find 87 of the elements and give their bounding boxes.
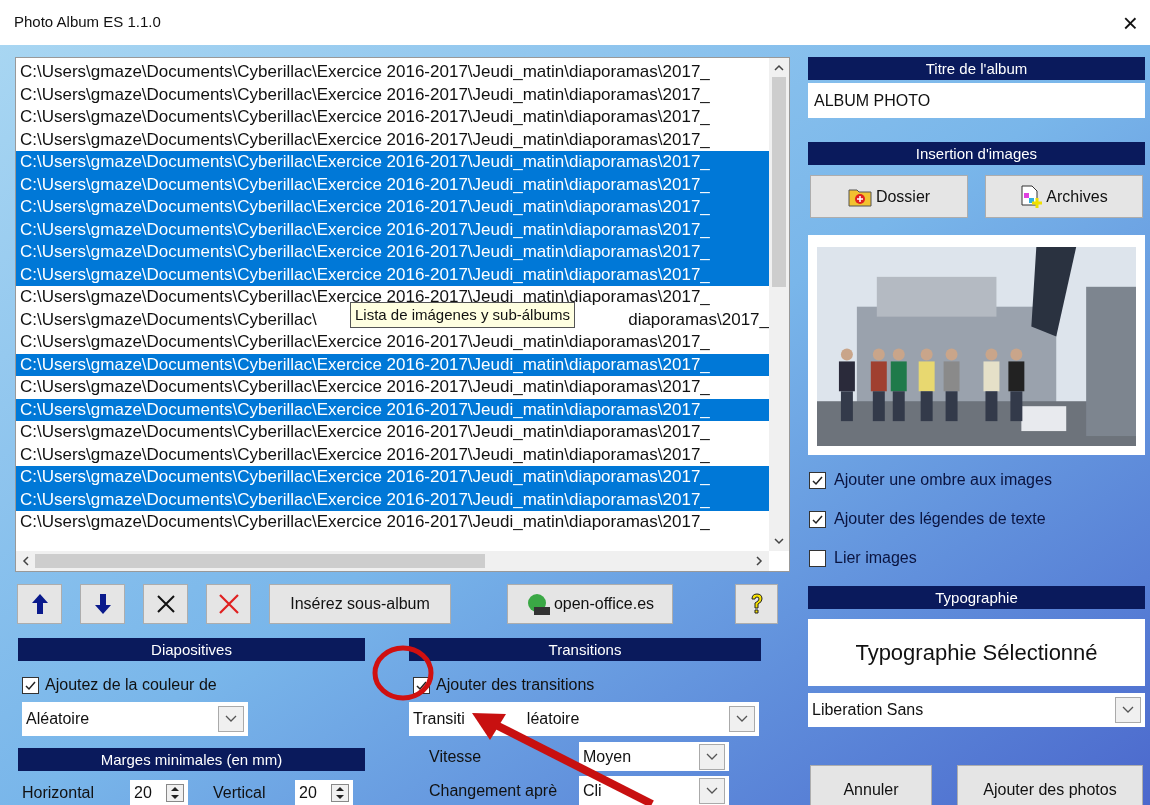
horizontal-scrollbar[interactable]: [16, 551, 769, 571]
checkbox[interactable]: [22, 676, 39, 694]
list-item[interactable]: C:\Users\gmaze\Documents\Cyberillac\Exercice 2016-2017\Jeudi_matin\diaporamas\2017_: [16, 61, 769, 84]
checkbox[interactable]: [809, 549, 826, 567]
list-item[interactable]: C:\Users\gmaze\Documents\Cyberillac\Exercice 2016-2017\Jeudi_matin\diaporamas\2017_: [16, 488, 769, 511]
list-item[interactable]: C:\Users\gmaze\Documents\Cyberillac\Exercice 2016-2017\Jeudi_matin\diaporamas\2017_: [16, 151, 769, 174]
section-header: Insertion d'images: [808, 142, 1145, 165]
chevron-left-icon: [22, 556, 29, 566]
list-item[interactable]: C:\Users\gmaze\Documents\Cyberillac\Exercice 2016-2017\Jeudi_matin\diaporamas\2017_: [16, 263, 769, 286]
move-down-button[interactable]: [80, 584, 125, 624]
help-button[interactable]: [735, 584, 778, 624]
list-item[interactable]: C:\Users\gmaze\Documents\Cyberillac\Exercice 2016-2017\Jeudi_matin\diaporamas\2017_: [16, 196, 769, 219]
checkbox-label: Lier images: [834, 548, 917, 568]
section-header: Diapositives: [18, 638, 365, 661]
vertical-scrollbar[interactable]: [769, 58, 789, 551]
scrollbar-thumb[interactable]: [35, 554, 485, 568]
checkbox-label: Ajouter des légendes de texte: [834, 509, 1046, 529]
spinner-arrows-icon: [166, 784, 184, 802]
checkbox-label: Ajouter des transitions: [436, 675, 595, 695]
section-header: Transitions: [409, 638, 761, 661]
dropdown[interactable]: Aléatoire: [22, 702, 248, 736]
remove-button[interactable]: [143, 584, 188, 624]
spinner-arrows-icon: [331, 784, 349, 802]
field-label: Changement aprè: [429, 780, 559, 801]
archives-button[interactable]: Archives: [985, 175, 1143, 218]
list-item[interactable]: C:\Users\gmaze\Documents\Cyberillac\Exercice 2016-2017\Jeudi_matin\diaporamas\2017_: [16, 511, 769, 534]
checkbox[interactable]: [809, 471, 826, 489]
website-button[interactable]: open-office.es: [507, 584, 673, 624]
chevron-right-icon: [756, 556, 763, 566]
annotation-circle: [372, 645, 434, 701]
close-button[interactable]: ×: [1122, 9, 1138, 36]
scrollbar-thumb[interactable]: [772, 77, 786, 287]
list-item[interactable]: C:\Users\gmaze\Documents\Cyberillac\Exercice 2016-2017\Jeudi_matin\diaporamas\2017_: [16, 376, 769, 399]
list-item[interactable]: C:\Users\gmaze\Documents\Cyberillac\Exercice 2016-2017\Jeudi_matin\diaporamas\2017_: [16, 218, 769, 241]
field-label: Vertical: [213, 783, 267, 803]
chevron-down-icon: [706, 786, 718, 795]
globe-icon: [525, 593, 550, 615]
checkbox-label: Ajouter une ombre aux images: [834, 470, 1052, 490]
section-header: Titre de l'album: [808, 57, 1145, 80]
chevron-down-icon: [706, 752, 718, 761]
list-item[interactable]: C:\Users\gmaze\Documents\Cyberillac\Exercice 2016-2017\Jeudi_matin\diaporamas\2017_: [16, 443, 769, 466]
font-preview: Typographie Sélectionné: [808, 619, 1145, 686]
list-item[interactable]: diaporamas\2017_: [628, 308, 769, 331]
close-icon: [217, 593, 240, 615]
cancel-button[interactable]: Annuler: [810, 765, 932, 805]
list-item[interactable]: C:\Users\gmaze\Documents\Cyberillac\Exercice 2016-2017\Jeudi_matin\diaporamas\2017_: [16, 331, 769, 354]
folder-icon: [847, 186, 872, 207]
chevron-down-icon: [736, 715, 748, 723]
list-item[interactable]: C:\Users\gmaze\Documents\Cyberillac\Exercice 2016-2017\Jeudi_matin\diaporamas\2017_: [16, 128, 769, 151]
list-item[interactable]: C:\Users\gmaze\Documents\Cyberillac\Exercice 2016-2017\Jeudi_matin\diaporamas\2017_: [16, 106, 769, 129]
list-item[interactable]: C:\Users\gmaze\Documents\Cyberillac\Exercice 2016-2017\Jeudi_matin\diaporamas\2017_: [16, 421, 769, 444]
dropdown[interactable]: Moyen: [579, 742, 729, 771]
dropdown[interactable]: Liberation Sans: [808, 693, 1145, 727]
checkbox[interactable]: [809, 510, 826, 528]
list-item[interactable]: C:\Users\gmaze\Documents\Cyberillac\: [20, 308, 317, 331]
album-title-field[interactable]: ALBUM PHOTO: [808, 83, 1145, 118]
file-plus-icon: [1020, 184, 1043, 209]
spin-field[interactable]: 20: [295, 780, 353, 805]
list-item[interactable]: C:\Users\gmaze\Documents\Cyberillac\Exercice 2016-2017\Jeudi_matin\diaporamas\2017_: [16, 398, 769, 421]
field-label: Horizontal: [22, 783, 96, 803]
chevron-down-icon: [774, 538, 784, 545]
checkbox-label: Ajoutez de la couleur de: [45, 675, 217, 695]
folder-button[interactable]: Dossier: [810, 175, 968, 218]
window-title: Photo Album ES 1.1.0: [14, 12, 161, 33]
field-label: Vitesse: [429, 746, 483, 767]
close-icon: [155, 594, 176, 614]
list-item[interactable]: C:\Users\gmaze\Documents\Cyberillac\Exercice 2016-2017\Jeudi_matin\diaporamas\2017_: [16, 173, 769, 196]
chevron-up-icon: [774, 64, 784, 71]
spin-field[interactable]: 20: [130, 780, 188, 805]
section-header: Marges minimales (en mm): [18, 748, 365, 771]
section-header: Typographie: [808, 586, 1145, 609]
move-up-button[interactable]: [17, 584, 62, 624]
add-photos-button[interactable]: Ajouter des photos: [957, 765, 1143, 805]
delete-button[interactable]: [206, 584, 251, 624]
tooltip: Lista de imágenes y sub-álbums: [350, 302, 576, 328]
arrow-down-icon: [93, 593, 112, 615]
dropdown[interactable]: Transiti léatoire: [409, 702, 759, 736]
chevron-down-icon: [1122, 706, 1134, 714]
question-mark-icon: [748, 592, 765, 616]
insert-subalbum-button[interactable]: Insérez sous-album: [269, 584, 451, 624]
arrow-up-icon: [30, 593, 49, 615]
list-item[interactable]: C:\Users\gmaze\Documents\Cyberillac\Exercice 2016-2017\Jeudi_matin\diaporamas\2017_: [16, 466, 769, 489]
chevron-down-icon: [225, 715, 237, 723]
list-item[interactable]: C:\Users\gmaze\Documents\Cyberillac\Exercice 2016-2017\Jeudi_matin\diaporamas\2017_: [16, 241, 769, 264]
file-list[interactable]: [15, 57, 790, 572]
list-item[interactable]: C:\Users\gmaze\Documents\Cyberillac\Exercice 2016-2017\Jeudi_matin\diaporamas\2017_: [16, 353, 769, 376]
list-item[interactable]: C:\Users\gmaze\Documents\Cyberillac\Exercice 2016-2017\Jeudi_matin\diaporamas\2017_: [16, 83, 769, 106]
